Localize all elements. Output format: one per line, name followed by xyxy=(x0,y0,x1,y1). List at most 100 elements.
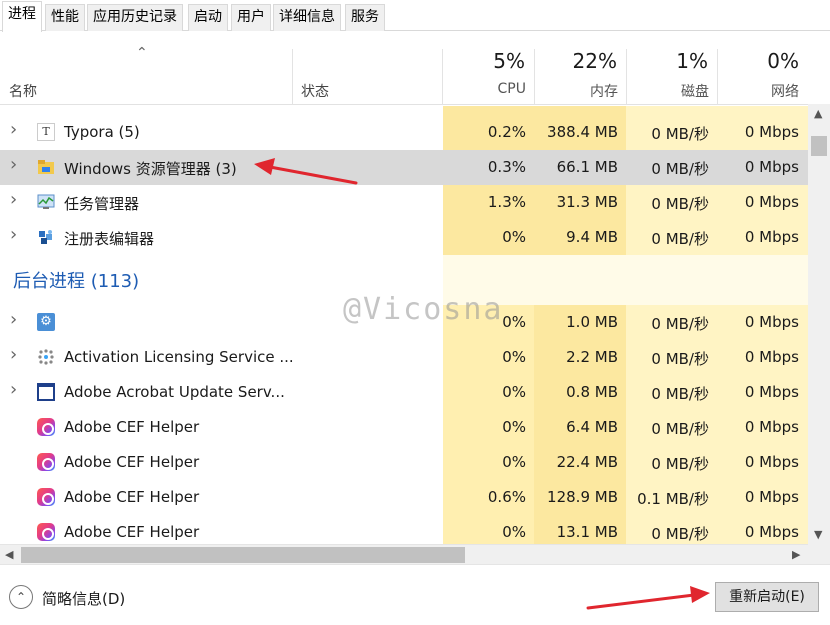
process-cpu: 0% xyxy=(502,348,526,366)
process-name: Adobe CEF Helper xyxy=(64,488,200,506)
expand-chevron-icon[interactable]: › xyxy=(10,119,17,140)
process-mem: 388.4 MB xyxy=(547,123,618,141)
column-header: ⌃ 名称 状态 5% CPU 22% 内存 1% 磁盘 0% 网络 xyxy=(0,31,808,105)
expand-chevron-icon[interactable]: › xyxy=(10,189,17,210)
expand-chevron-icon[interactable]: › xyxy=(10,224,17,245)
background-process-row[interactable]: Adobe CEF Helper 0% 13.1 MB 0 MB/秒 0 Mbps xyxy=(0,515,808,544)
header-cpu-percent[interactable]: 5% xyxy=(443,49,525,73)
header-memory-percent[interactable]: 22% xyxy=(534,49,617,73)
app-process-row[interactable]: › T Typora (5) 0.2% 388.4 MB 0 MB/秒 0 Mbps xyxy=(0,115,808,150)
tab-processes[interactable]: 进程 xyxy=(2,1,42,32)
process-disk: 0 MB/秒 xyxy=(651,385,709,403)
sort-up-icon: ⌃ xyxy=(136,45,148,61)
process-cpu: 0% xyxy=(502,523,526,541)
process-net: 0 Mbps xyxy=(744,228,799,246)
expand-chevron-icon[interactable]: › xyxy=(10,344,17,365)
tab-startup[interactable]: 启动 xyxy=(188,4,228,31)
scroll-right-icon[interactable]: ▶ xyxy=(792,548,800,561)
header-memory[interactable]: 内存 xyxy=(534,81,618,101)
process-cpu: 0% xyxy=(502,383,526,401)
horizontal-scrollbar[interactable]: ◀ ▶ xyxy=(0,544,808,564)
process-net: 0 Mbps xyxy=(744,488,799,506)
vertical-scroll-thumb[interactable] xyxy=(811,136,827,156)
process-name: Typora (5) xyxy=(64,123,140,141)
expand-chevron-icon[interactable]: › xyxy=(10,309,17,330)
header-disk[interactable]: 磁盘 xyxy=(626,81,709,101)
process-disk: 0 MB/秒 xyxy=(651,125,709,143)
process-net: 0 Mbps xyxy=(744,158,799,176)
collapse-chevron-icon[interactable]: ⌃ xyxy=(9,585,33,609)
header-network-percent[interactable]: 0% xyxy=(717,49,799,73)
process-name: Adobe CEF Helper xyxy=(64,523,200,541)
tab-details[interactable]: 详细信息 xyxy=(273,4,341,31)
process-mem: 22.4 MB xyxy=(556,453,618,471)
process-name: 注册表编辑器 xyxy=(64,230,155,248)
process-disk: 0 MB/秒 xyxy=(651,420,709,438)
header-status[interactable]: 状态 xyxy=(301,81,329,101)
process-mem: 1.0 MB xyxy=(566,313,618,331)
gear-icon: ⚙ xyxy=(37,313,55,331)
tab-users[interactable]: 用户 xyxy=(231,4,271,31)
process-mem: 31.3 MB xyxy=(556,193,618,211)
process-net: 0 Mbps xyxy=(744,453,799,471)
licensing-service-icon xyxy=(37,348,55,366)
process-mem: 0.8 MB xyxy=(566,383,618,401)
column-divider[interactable] xyxy=(292,49,293,105)
process-name: Activation Licensing Service ... xyxy=(64,348,294,366)
process-cpu: 0% xyxy=(502,453,526,471)
background-process-row[interactable]: Adobe CEF Helper 0% 6.4 MB 0 MB/秒 0 Mbps xyxy=(0,410,808,445)
process-net: 0 Mbps xyxy=(744,348,799,366)
adobe-cc-icon xyxy=(37,523,55,541)
background-process-row[interactable]: Adobe CEF Helper 0.6% 128.9 MB 0.1 MB/秒 0 Mb… xyxy=(0,480,808,515)
registry-editor-icon xyxy=(37,228,55,246)
expand-chevron-icon[interactable]: › xyxy=(10,154,17,175)
expand-chevron-icon[interactable]: › xyxy=(10,379,17,400)
watermark: @Vicosna xyxy=(343,292,504,327)
tab-performance[interactable]: 性能 xyxy=(45,4,85,31)
background-process-row[interactable]: › Adobe Acrobat Update Serv... 0% 0.8 MB 0 M… xyxy=(0,375,808,410)
process-cpu: 0% xyxy=(502,418,526,436)
adobe-cc-icon xyxy=(37,488,55,506)
app-process-row[interactable]: › 任务管理器 1.3% 31.3 MB 0 MB/秒 0 Mbps xyxy=(0,185,808,220)
adobe-cc-icon xyxy=(37,453,55,471)
process-name: Windows 资源管理器 (3) xyxy=(64,160,237,178)
folder-icon xyxy=(37,158,55,176)
header-cpu[interactable]: CPU xyxy=(443,81,526,97)
process-cpu: 0% xyxy=(502,228,526,246)
background-process-row[interactable]: Adobe CEF Helper 0% 22.4 MB 0 MB/秒 0 Mbps xyxy=(0,445,808,480)
scroll-down-icon[interactable]: ▼ xyxy=(814,528,822,541)
process-mem: 13.1 MB xyxy=(556,523,618,541)
process-disk: 0 MB/秒 xyxy=(651,455,709,473)
scrollbar-corner xyxy=(808,544,830,564)
header-network[interactable]: 网络 xyxy=(717,81,799,101)
background-process-row[interactable]: › Activation Licensing Service ... 0% 2.2 M… xyxy=(0,340,808,375)
tab-app-history[interactable]: 应用历史记录 xyxy=(87,4,183,31)
header-disk-percent[interactable]: 1% xyxy=(626,49,708,73)
process-disk: 0 MB/秒 xyxy=(651,160,709,178)
process-cpu: 0.2% xyxy=(487,123,526,141)
scroll-up-icon[interactable]: ▲ xyxy=(814,107,822,120)
adobe-cc-icon xyxy=(37,418,55,436)
tab-services[interactable]: 服务 xyxy=(345,4,385,31)
process-net: 0 Mbps xyxy=(744,383,799,401)
task-manager-icon xyxy=(37,193,55,211)
group-title: 后台进程 (113) xyxy=(13,271,140,292)
restart-button[interactable]: 重新启动(E) xyxy=(715,582,819,612)
process-net: 0 Mbps xyxy=(744,418,799,436)
horizontal-scroll-thumb[interactable] xyxy=(21,547,465,563)
scroll-left-icon[interactable]: ◀ xyxy=(5,548,13,561)
fewer-details-link[interactable]: 简略信息(D) xyxy=(42,588,125,609)
app-process-row[interactable]: › 注册表编辑器 0% 9.4 MB 0 MB/秒 0 Mbps xyxy=(0,220,808,255)
process-mem: 2.2 MB xyxy=(566,348,618,366)
vertical-scrollbar[interactable]: ▲ ▼ xyxy=(808,104,830,544)
tab-strip: 进程 性能 应用历史记录 启动 用户 详细信息 服务 xyxy=(0,0,830,32)
process-mem: 128.9 MB xyxy=(547,488,618,506)
process-cpu: 1.3% xyxy=(487,193,526,211)
window-icon xyxy=(37,383,55,401)
process-net: 0 Mbps xyxy=(744,313,799,331)
process-net: 0 Mbps xyxy=(744,123,799,141)
app-process-row[interactable]: › Windows 资源管理器 (3) 0.3% 66.1 MB 0 MB/秒 0 Mbp… xyxy=(0,150,808,185)
typora-icon: T xyxy=(37,123,55,141)
process-disk: 0 MB/秒 xyxy=(651,525,709,543)
header-name[interactable]: 名称 xyxy=(9,81,37,101)
